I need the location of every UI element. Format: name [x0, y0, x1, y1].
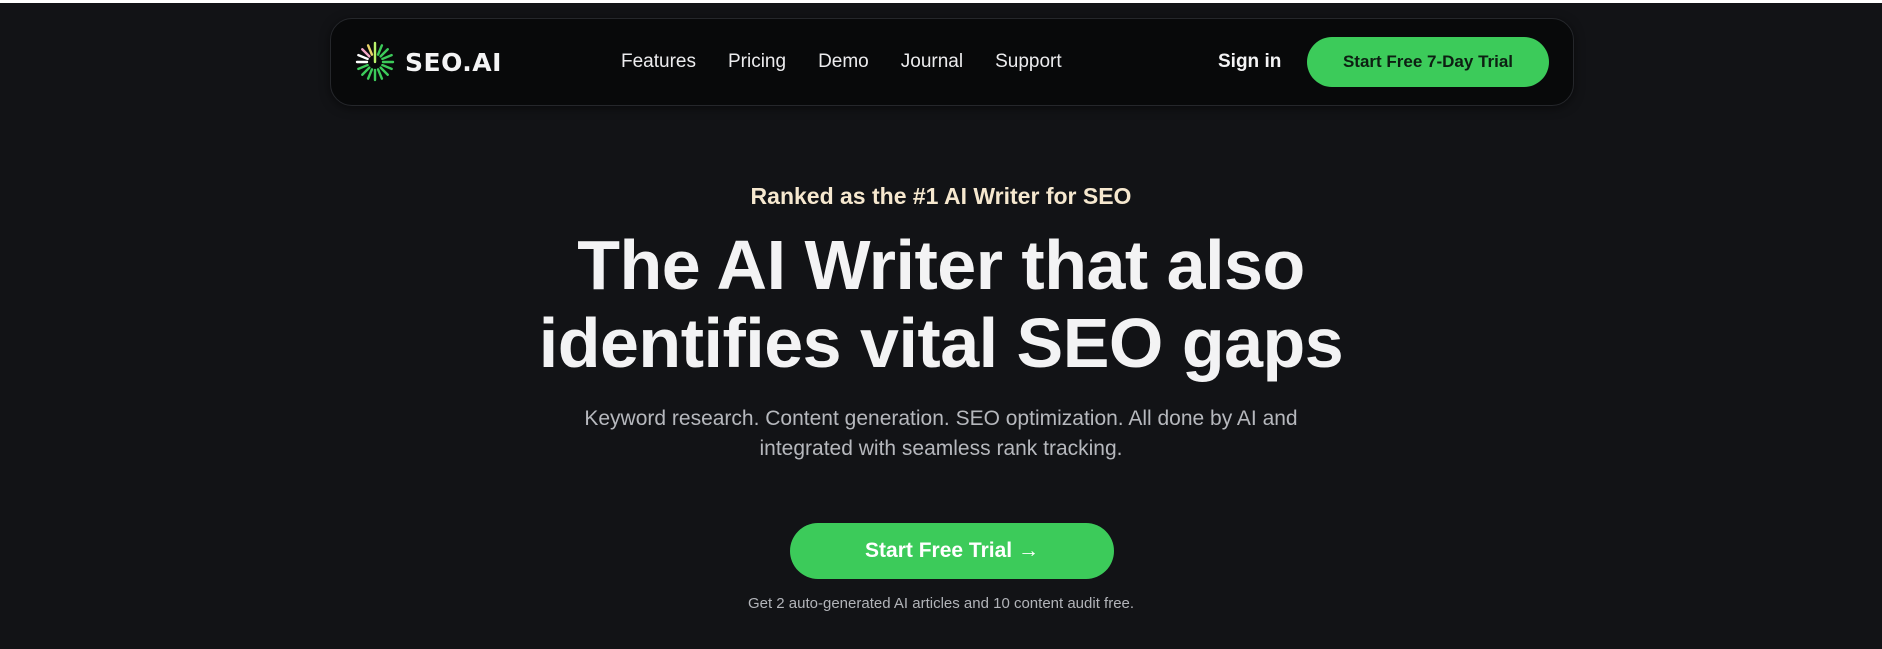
top-navbar: SEO.AI Features Pricing Demo Journal Sup… [330, 18, 1574, 106]
nav-link-support[interactable]: Support [995, 51, 1062, 73]
logo-wordmark: SEO.AI [405, 47, 502, 77]
nav-link-demo[interactable]: Demo [818, 51, 869, 73]
hero-headline: The AI Writer that also identifies vital… [0, 226, 1882, 382]
starburst-logo-icon [355, 41, 395, 82]
nav-link-pricing[interactable]: Pricing [728, 51, 786, 73]
hero-subtext-line-1: Keyword research. Content generation. SE… [584, 407, 1298, 430]
nav-link-features[interactable]: Features [621, 51, 696, 73]
sign-in-link[interactable]: Sign in [1218, 19, 1281, 105]
start-free-trial-button[interactable]: Start Free Trial → [790, 523, 1114, 579]
hero-headline-line-1: The AI Writer that also [577, 226, 1305, 304]
start-free-7-day-trial-button[interactable]: Start Free 7-Day Trial [1307, 37, 1549, 87]
main-nav: Features Pricing Demo Journal Support [621, 19, 1094, 105]
trial-footnote: Get 2 auto-generated AI articles and 10 … [747, 595, 1135, 612]
hero-headline-line-2: identifies vital SEO gaps [538, 304, 1344, 382]
nav-link-journal[interactable]: Journal [901, 51, 963, 73]
hero-subtext-line-2: integrated with seamless rank tracking. [759, 437, 1123, 460]
hero-eyebrow: Ranked as the #1 AI Writer for SEO [750, 183, 1132, 209]
logo[interactable]: SEO.AI [354, 40, 502, 84]
hero-subtext: Keyword research. Content generation. SE… [0, 404, 1882, 464]
browser-top-strip [0, 0, 1882, 3]
